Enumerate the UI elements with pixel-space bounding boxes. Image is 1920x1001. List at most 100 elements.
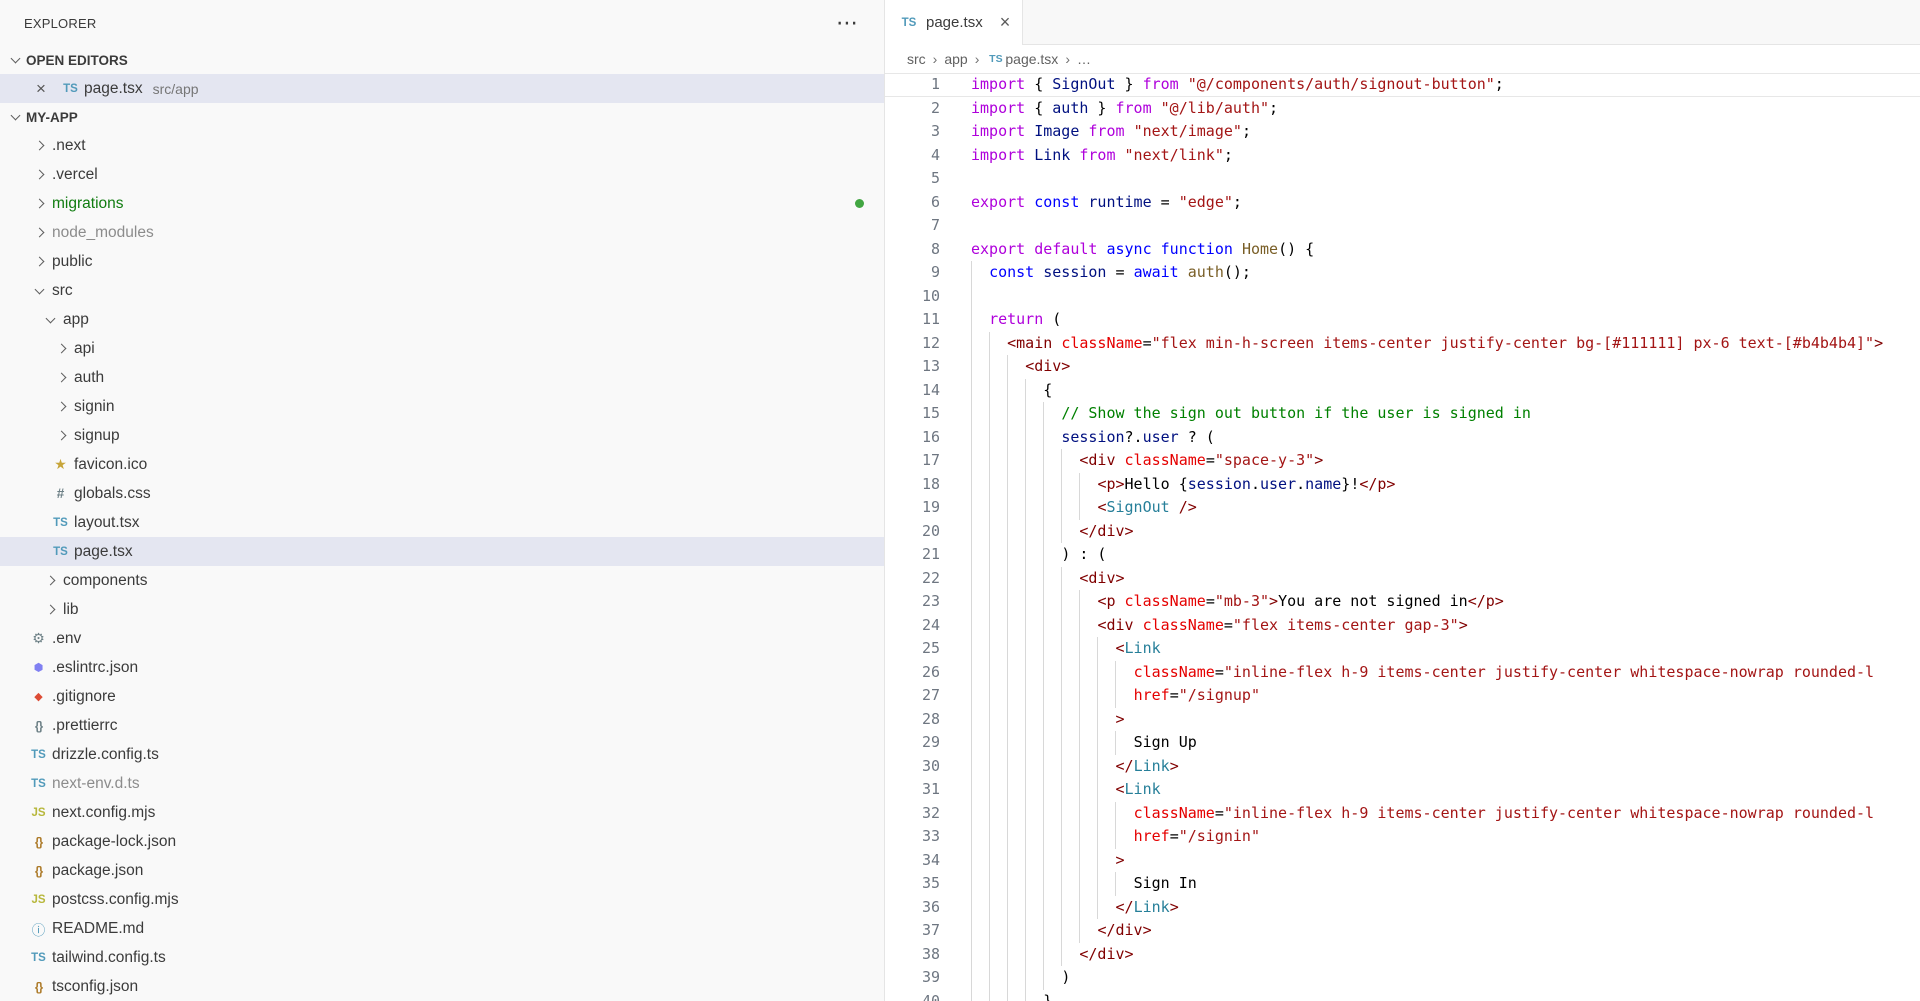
- tree-item-signup[interactable]: signup: [0, 421, 884, 450]
- line-number[interactable]: 28: [885, 708, 940, 732]
- code-line-content[interactable]: className="inline-flex h-9 items-center …: [940, 802, 1920, 826]
- tree-item-layout.tsx[interactable]: TSlayout.tsx: [0, 508, 884, 537]
- code-line-content[interactable]: export default async function Home() {: [940, 238, 1920, 262]
- code-line-content[interactable]: <p>Hello {session.user.name}!</p>: [940, 473, 1920, 497]
- code-line-content[interactable]: session?.user ? (: [940, 426, 1920, 450]
- tree-item-signin[interactable]: signin: [0, 392, 884, 421]
- line-number[interactable]: 7: [885, 214, 940, 238]
- line-number[interactable]: 16: [885, 426, 940, 450]
- line-number[interactable]: 19: [885, 496, 940, 520]
- line-number[interactable]: 24: [885, 614, 940, 638]
- code-line-content[interactable]: className="inline-flex h-9 items-center …: [940, 661, 1920, 685]
- open-editors-header[interactable]: OPEN EDITORS: [0, 46, 884, 74]
- tree-item-tsconfig.json[interactable]: {}tsconfig.json: [0, 972, 884, 1001]
- code-line-content[interactable]: export const runtime = "edge";: [940, 191, 1920, 215]
- code-line-content[interactable]: // Show the sign out button if the user …: [940, 402, 1920, 426]
- tree-item-app[interactable]: app: [0, 305, 884, 334]
- tree-item-package-lock.json[interactable]: {}package-lock.json: [0, 827, 884, 856]
- line-number[interactable]: 9: [885, 261, 940, 285]
- line-number[interactable]: 2: [885, 97, 940, 121]
- tree-item-next.config.mjs[interactable]: JSnext.config.mjs: [0, 798, 884, 827]
- code-line-content[interactable]: [940, 214, 1920, 238]
- line-number[interactable]: 37: [885, 919, 940, 943]
- code-line-content[interactable]: <p className="mb-3">You are not signed i…: [940, 590, 1920, 614]
- tree-item-.gitignore[interactable]: ◆.gitignore: [0, 682, 884, 711]
- code-line-content[interactable]: href="/signup": [940, 684, 1920, 708]
- open-editor-item[interactable]: ×TSpage.tsxsrc/app: [0, 74, 884, 103]
- tree-item-next-env.d.ts[interactable]: TSnext-env.d.ts: [0, 769, 884, 798]
- code-line-content[interactable]: <main className="flex min-h-screen items…: [940, 332, 1920, 356]
- line-number[interactable]: 12: [885, 332, 940, 356]
- more-actions-icon[interactable]: ⋯: [836, 13, 858, 33]
- tree-item-globals.css[interactable]: #globals.css: [0, 479, 884, 508]
- line-number[interactable]: 4: [885, 144, 940, 168]
- code-line-content[interactable]: return (: [940, 308, 1920, 332]
- tree-item-page.tsx[interactable]: TSpage.tsx: [0, 537, 884, 566]
- tree-item-.eslintrc.json[interactable]: ⬢.eslintrc.json: [0, 653, 884, 682]
- code-line-content[interactable]: Sign In: [940, 872, 1920, 896]
- breadcrumb-item[interactable]: app: [944, 51, 967, 67]
- code-line-content[interactable]: </div>: [940, 520, 1920, 544]
- code-line-content[interactable]: }: [940, 990, 1920, 1001]
- line-number[interactable]: 10: [885, 285, 940, 309]
- code-line-content[interactable]: </Link>: [940, 896, 1920, 920]
- code-line-content[interactable]: >: [940, 849, 1920, 873]
- tree-item-tailwind.config.ts[interactable]: TStailwind.config.ts: [0, 943, 884, 972]
- tree-item-drizzle.config.ts[interactable]: TSdrizzle.config.ts: [0, 740, 884, 769]
- tree-item-lib[interactable]: lib: [0, 595, 884, 624]
- code-line-content[interactable]: ): [940, 966, 1920, 990]
- tree-item-.prettierrc[interactable]: {}.prettierrc: [0, 711, 884, 740]
- line-number[interactable]: 23: [885, 590, 940, 614]
- code-line-content[interactable]: <Link: [940, 637, 1920, 661]
- code-line-content[interactable]: Sign Up: [940, 731, 1920, 755]
- line-number[interactable]: 27: [885, 684, 940, 708]
- line-number[interactable]: 31: [885, 778, 940, 802]
- code-line-content[interactable]: </Link>: [940, 755, 1920, 779]
- line-number[interactable]: 29: [885, 731, 940, 755]
- code-line-content[interactable]: ) : (: [940, 543, 1920, 567]
- line-number[interactable]: 38: [885, 943, 940, 967]
- tree-item-README.md[interactable]: ⓘREADME.md: [0, 914, 884, 943]
- line-number[interactable]: 40: [885, 990, 940, 1001]
- line-number[interactable]: 32: [885, 802, 940, 826]
- tree-item-api[interactable]: api: [0, 334, 884, 363]
- code-line-content[interactable]: <div>: [940, 567, 1920, 591]
- code-line-content[interactable]: </div>: [940, 943, 1920, 967]
- line-number[interactable]: 3: [885, 120, 940, 144]
- tree-item-package.json[interactable]: {}package.json: [0, 856, 884, 885]
- breadcrumb-item[interactable]: …: [1077, 51, 1091, 67]
- line-number[interactable]: 34: [885, 849, 940, 873]
- tree-item-migrations[interactable]: migrations: [0, 189, 884, 218]
- line-number[interactable]: 17: [885, 449, 940, 473]
- tree-item-.next[interactable]: .next: [0, 131, 884, 160]
- code-line-content[interactable]: [940, 167, 1920, 191]
- code-line-content[interactable]: <SignOut />: [940, 496, 1920, 520]
- line-number[interactable]: 11: [885, 308, 940, 332]
- line-number[interactable]: 35: [885, 872, 940, 896]
- line-number[interactable]: 20: [885, 520, 940, 544]
- line-number[interactable]: 26: [885, 661, 940, 685]
- code-line-content[interactable]: <div>: [940, 355, 1920, 379]
- line-number[interactable]: 15: [885, 402, 940, 426]
- code-line-content[interactable]: <div className="space-y-3">: [940, 449, 1920, 473]
- code-line-content[interactable]: import { SignOut } from "@/components/au…: [940, 73, 1920, 97]
- line-number[interactable]: 1: [885, 73, 940, 97]
- tree-item-.vercel[interactable]: .vercel: [0, 160, 884, 189]
- code-line-content[interactable]: >: [940, 708, 1920, 732]
- line-number[interactable]: 36: [885, 896, 940, 920]
- line-number[interactable]: 5: [885, 167, 940, 191]
- code-line-content[interactable]: import { auth } from "@/lib/auth";: [940, 97, 1920, 121]
- line-number[interactable]: 30: [885, 755, 940, 779]
- line-number[interactable]: 18: [885, 473, 940, 497]
- tree-item-node_modules[interactable]: node_modules: [0, 218, 884, 247]
- line-number[interactable]: 22: [885, 567, 940, 591]
- tree-item-postcss.config.mjs[interactable]: JSpostcss.config.mjs: [0, 885, 884, 914]
- line-number[interactable]: 33: [885, 825, 940, 849]
- code-line-content[interactable]: <div className="flex items-center gap-3"…: [940, 614, 1920, 638]
- breadcrumb-item[interactable]: TSpage.tsx: [986, 51, 1058, 67]
- code-line-content[interactable]: <Link: [940, 778, 1920, 802]
- code-line-content[interactable]: import Link from "next/link";: [940, 144, 1920, 168]
- line-number[interactable]: 13: [885, 355, 940, 379]
- code-line-content[interactable]: const session = await auth();: [940, 261, 1920, 285]
- tree-item-.env[interactable]: ⚙.env: [0, 624, 884, 653]
